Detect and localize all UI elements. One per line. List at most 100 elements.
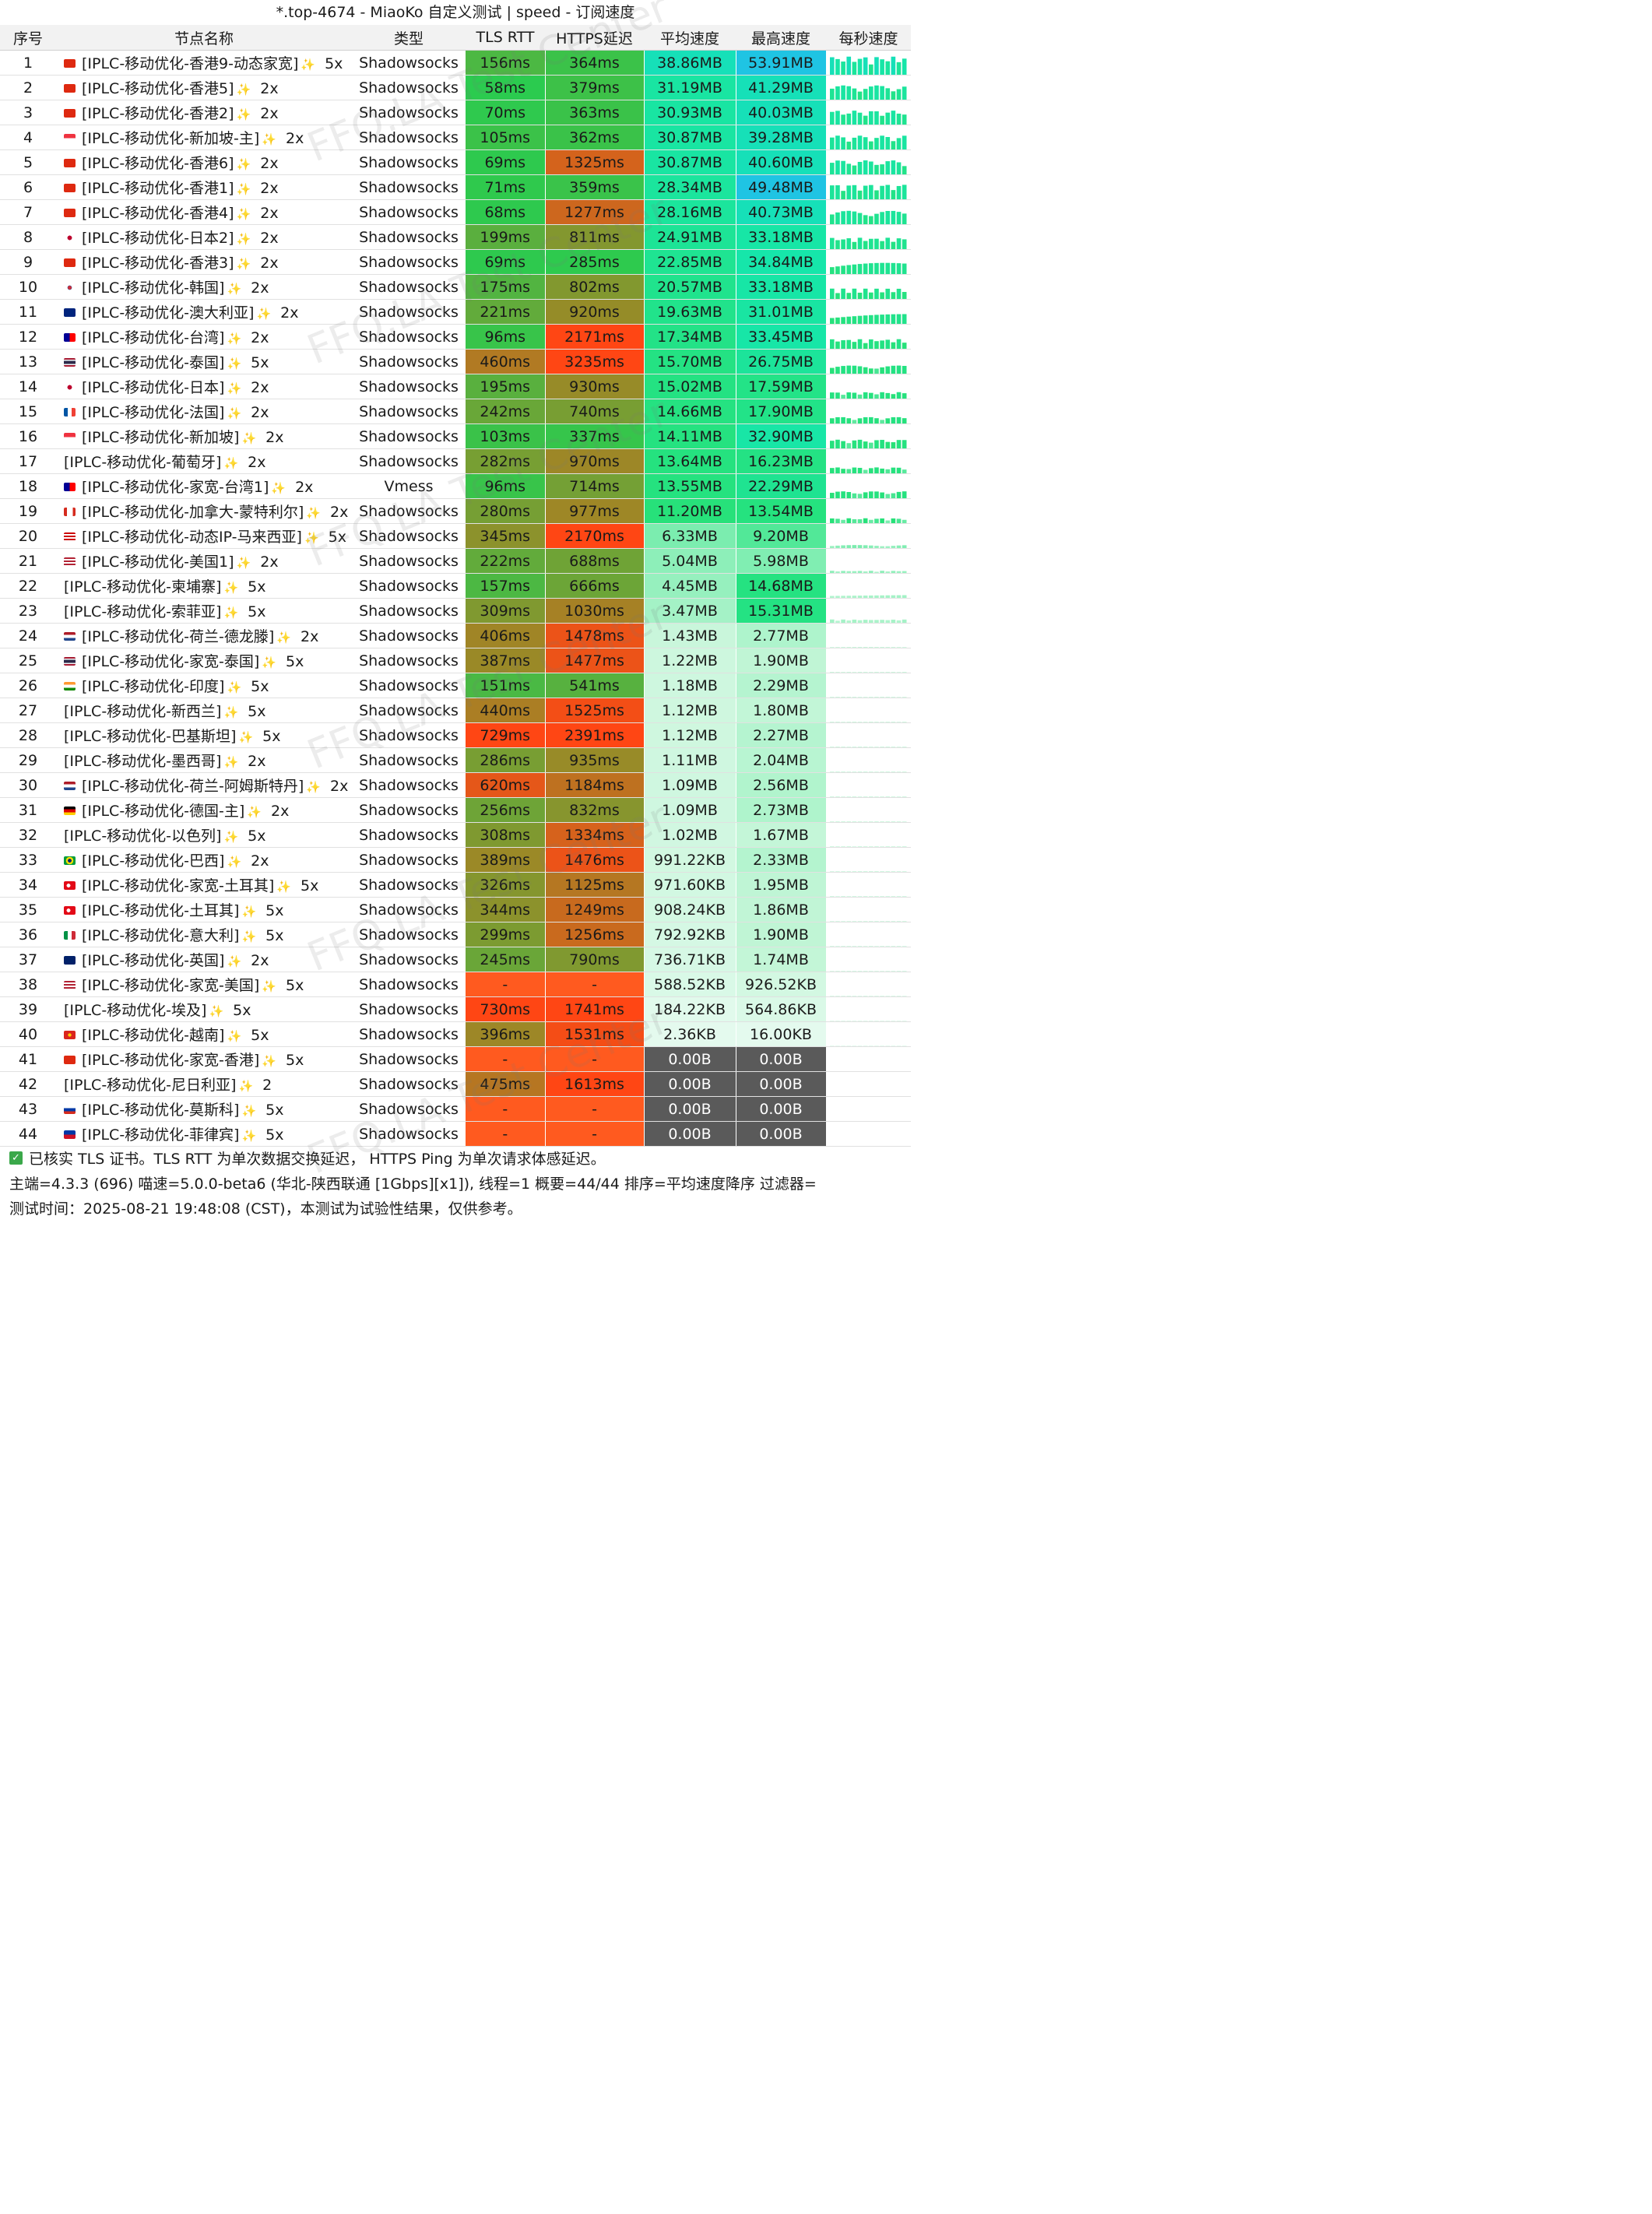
table-row[interactable]: 39 [IPLC-移动优化-埃及] ✨ 5x Shadowsocks 730ms 1741m… xyxy=(0,996,911,1022)
table-row[interactable]: 36 [IPLC-移动优化-意大利] ✨ 5x Shadowsocks 299ms 1256… xyxy=(0,922,911,947)
max-speed: 564.86KB xyxy=(736,996,827,1022)
table-row[interactable]: 9 [IPLC-移动优化-香港3] ✨ 2x Shadowsocks 69ms 285ms 2… xyxy=(0,249,911,275)
multiplier: 5x xyxy=(265,902,284,919)
col-header-avg-speed[interactable]: 平均速度 xyxy=(644,25,736,51)
sparkline-bar xyxy=(902,646,906,648)
sparkline-bar xyxy=(863,241,867,249)
col-header-node-name[interactable]: 节点名称 xyxy=(56,25,352,51)
multiplier: 2x xyxy=(260,255,279,272)
sparkline-bar xyxy=(902,165,906,174)
table-row[interactable]: 7 [IPLC-移动优化-香港4] ✨ 2x Shadowsocks 68ms 1277ms… xyxy=(0,199,911,225)
sparkline-bar xyxy=(873,340,879,349)
sparkline-bar xyxy=(852,845,856,847)
table-row[interactable]: 17 [IPLC-移动优化-葡萄牙] ✨ 2x Shadowsocks 282ms 970m… xyxy=(0,448,911,474)
table-row[interactable]: 37 [IPLC-移动优化-英国] ✨ 2x Shadowsocks 245ms 790ms… xyxy=(0,947,911,972)
sparkline-bar xyxy=(896,185,901,199)
table-row[interactable]: 2 [IPLC-移动优化-香港5] ✨ 2x Shadowsocks 58ms 379ms 3… xyxy=(0,75,911,100)
sparkline-bar xyxy=(863,646,867,648)
sparkline-bar xyxy=(868,141,873,149)
sparkline-bar xyxy=(835,366,840,374)
table-row[interactable]: 15 [IPLC-移动优化-法国] ✨ 2x Shadowsocks 242ms 740ms… xyxy=(0,399,911,424)
node-name: [IPLC-移动优化-巴西] xyxy=(82,852,225,870)
col-header-tls-rtt[interactable]: TLS RTT xyxy=(466,25,545,51)
sparkline-bar xyxy=(852,88,856,100)
sparkle-icon: ✨ xyxy=(241,905,257,919)
sparkline-bar xyxy=(896,821,901,822)
node-type: Shadowsocks xyxy=(352,698,466,723)
table-row[interactable]: 4 [IPLC-移动优化-新加坡-主] ✨ 2x Shadowsocks 105ms 362… xyxy=(0,125,911,150)
sparkle-icon: ✨ xyxy=(227,332,242,346)
table-row[interactable]: 6 [IPLC-移动优化-香港1] ✨ 2x Shadowsocks 71ms 359ms 2… xyxy=(0,174,911,200)
sparkline-bar xyxy=(902,571,906,573)
table-row[interactable]: 35 [IPLC-移动优化-土耳其] ✨ 5x Shadowsocks 344ms 1249… xyxy=(0,897,911,922)
sparkline-bar xyxy=(852,493,856,498)
table-row[interactable]: 41 [IPLC-移动优化-家宽-香港] ✨ 5x Shadowsocks - -0.00B… xyxy=(0,1046,911,1072)
table-row[interactable]: 27 [IPLC-移动优化-新西兰] ✨ 5x Shadowsocks 440ms 1525… xyxy=(0,698,911,723)
table-row[interactable]: 42 [IPLC-移动优化-尼日利亚] ✨ 2 Shadowsocks 475ms 1613… xyxy=(0,1071,911,1097)
https-latency: 935ms xyxy=(545,747,645,773)
col-header-index[interactable]: 序号 xyxy=(0,25,56,51)
sparkline-bar xyxy=(863,771,867,772)
col-header-https-latency[interactable]: HTTPS延迟 xyxy=(545,25,644,51)
table-row[interactable]: 34 [IPLC-移动优化-家宽-土耳其] ✨ 5x Shadowsocks 326ms 1… xyxy=(0,872,911,898)
table-row[interactable]: 43 [IPLC-移动优化-莫斯科] ✨ 5x Shadowsocks - -0.00B 0.… xyxy=(0,1096,911,1122)
table-row[interactable]: 25 [IPLC-移动优化-家宽-泰国] ✨ 5x Shadowsocks 387ms 14… xyxy=(0,648,911,673)
table-row[interactable]: 20 [IPLC-移动优化-动态IP-马来西亚] ✨ 5x Shadowsocks 345… xyxy=(0,523,911,549)
row-index: 25 xyxy=(0,648,56,673)
sparkline-bar xyxy=(896,571,901,573)
sparkline-bar xyxy=(845,141,851,149)
table-row[interactable]: 18 [IPLC-移动优化-家宽-台湾1] ✨ 2x Vmess 96ms 714ms 13.… xyxy=(0,473,911,499)
tls-rtt: 282ms xyxy=(466,448,546,474)
table-row[interactable]: 26 [IPLC-移动优化-印度] ✨ 5x Shadowsocks 151ms 541ms… xyxy=(0,673,911,698)
sparkline-svg xyxy=(830,1048,908,1071)
table-row[interactable]: 31 [IPLC-移动优化-德国-主] ✨ 2x Shadowsocks 256ms 832… xyxy=(0,797,911,823)
sparkle-icon: ✨ xyxy=(236,107,251,121)
col-header-max-speed[interactable]: 最高速度 xyxy=(736,25,826,51)
node-type: Shadowsocks xyxy=(352,199,466,225)
table-row[interactable]: 30 [IPLC-移动优化-荷兰-阿姆斯特丹] ✨ 2x Shadowsocks 620m… xyxy=(0,772,911,798)
sparkle-icon: ✨ xyxy=(236,207,251,221)
table-row[interactable]: 12 [IPLC-移动优化-台湾] ✨ 2x Shadowsocks 96ms 2171ms… xyxy=(0,324,911,350)
table-row[interactable]: 44 [IPLC-移动优化-菲律宾] ✨ 5x Shadowsocks - -0.00B 0.… xyxy=(0,1121,911,1147)
table-row[interactable]: 8 [IPLC-移动优化-日本2] ✨ 2x Shadowsocks 199ms 811ms… xyxy=(0,224,911,250)
table-row[interactable]: 32 [IPLC-移动优化-以色列] ✨ 5x Shadowsocks 308ms 1334… xyxy=(0,822,911,848)
sparkline-bar xyxy=(902,238,906,249)
sparkline-bar xyxy=(884,970,890,972)
table-row[interactable]: 24 [IPLC-移动优化-荷兰-德龙滕] ✨ 2x Shadowsocks 406ms 1… xyxy=(0,623,911,648)
avg-speed: 2.36KB xyxy=(644,1021,736,1047)
col-header-type[interactable]: 类型 xyxy=(352,25,466,51)
table-row[interactable]: 28 [IPLC-移动优化-巴基斯坦] ✨ 5x Shadowsocks 729ms 239… xyxy=(0,722,911,748)
node-name: [IPLC-移动优化-日本] xyxy=(82,379,225,396)
table-row[interactable]: 10 [IPLC-移动优化-韩国] ✨ 2x Shadowsocks 175ms 802ms… xyxy=(0,274,911,300)
table-row[interactable]: 11 [IPLC-移动优化-澳大利亚] ✨ 2x Shadowsocks 221ms 920… xyxy=(0,299,911,325)
table-row[interactable]: 14 [IPLC-移动优化-日本] ✨ 2x Shadowsocks 195ms 930ms… xyxy=(0,374,911,399)
node-name: [IPLC-移动优化-葡萄牙] xyxy=(64,454,222,471)
max-speed: 15.31MB xyxy=(736,598,827,624)
table-row[interactable]: 38 [IPLC-移动优化-家宽-美国] ✨ 5x Shadowsocks - -588.5… xyxy=(0,972,911,997)
table-row[interactable]: 23 [IPLC-移动优化-索菲亚] ✨ 5x Shadowsocks 309ms 1030… xyxy=(0,598,911,624)
table-row[interactable]: 3 [IPLC-移动优化-香港2] ✨ 2x Shadowsocks 70ms 363ms 3… xyxy=(0,100,911,125)
sparkline-bar xyxy=(835,945,840,947)
sparkline-bar xyxy=(840,239,845,249)
https-latency: 1256ms xyxy=(545,922,645,947)
row-index: 29 xyxy=(0,747,56,773)
table-row[interactable]: 22 [IPLC-移动优化-柬埔寨] ✨ 5x Shadowsocks 157ms 666m… xyxy=(0,573,911,599)
table-row[interactable]: 40 [IPLC-移动优化-越南] ✨ 5x Shadowsocks 396ms 1531m… xyxy=(0,1021,911,1047)
table-row[interactable]: 1 [IPLC-移动优化-香港9-动态家宽] ✨ 5x Shadowsocks 156ms… xyxy=(0,50,911,76)
table-row[interactable]: 19 [IPLC-移动优化-加拿大-蒙特利尔] ✨ 2x Shadowsocks 280m… xyxy=(0,498,911,524)
table-row[interactable]: 16 [IPLC-移动优化-新加坡] ✨ 2x Shadowsocks 103ms 337m… xyxy=(0,423,911,449)
table-row[interactable]: 33 [IPLC-移动优化-巴西] ✨ 2x Shadowsocks 389ms 1476m… xyxy=(0,847,911,873)
col-header-per-second-speed[interactable]: 每秒速度 xyxy=(826,25,911,51)
table-row[interactable]: 29 [IPLC-移动优化-墨西哥] ✨ 2x Shadowsocks 286ms 935m… xyxy=(0,747,911,773)
table-row[interactable]: 21 [IPLC-移动优化-美国1] ✨ 2x Shadowsocks 222ms 688m… xyxy=(0,548,911,574)
sparkline-bar xyxy=(840,190,845,199)
node-name-cell: [IPLC-移动优化-香港3] ✨ 2x xyxy=(56,249,352,275)
node-name-cell: [IPLC-移动优化-新加坡] ✨ 2x xyxy=(56,423,352,449)
table-row[interactable]: 13 [IPLC-移动优化-泰国] ✨ 5x Shadowsocks 460ms 3235m… xyxy=(0,349,911,374)
https-latency: 1334ms xyxy=(545,822,645,848)
row-index: 16 xyxy=(0,423,56,449)
sparkline-bar xyxy=(873,314,879,324)
table-row[interactable]: 5 [IPLC-移动优化-香港6] ✨ 2x Shadowsocks 69ms 1325ms… xyxy=(0,149,911,175)
https-latency: 541ms xyxy=(545,673,645,698)
sparkline-bar xyxy=(845,945,851,947)
